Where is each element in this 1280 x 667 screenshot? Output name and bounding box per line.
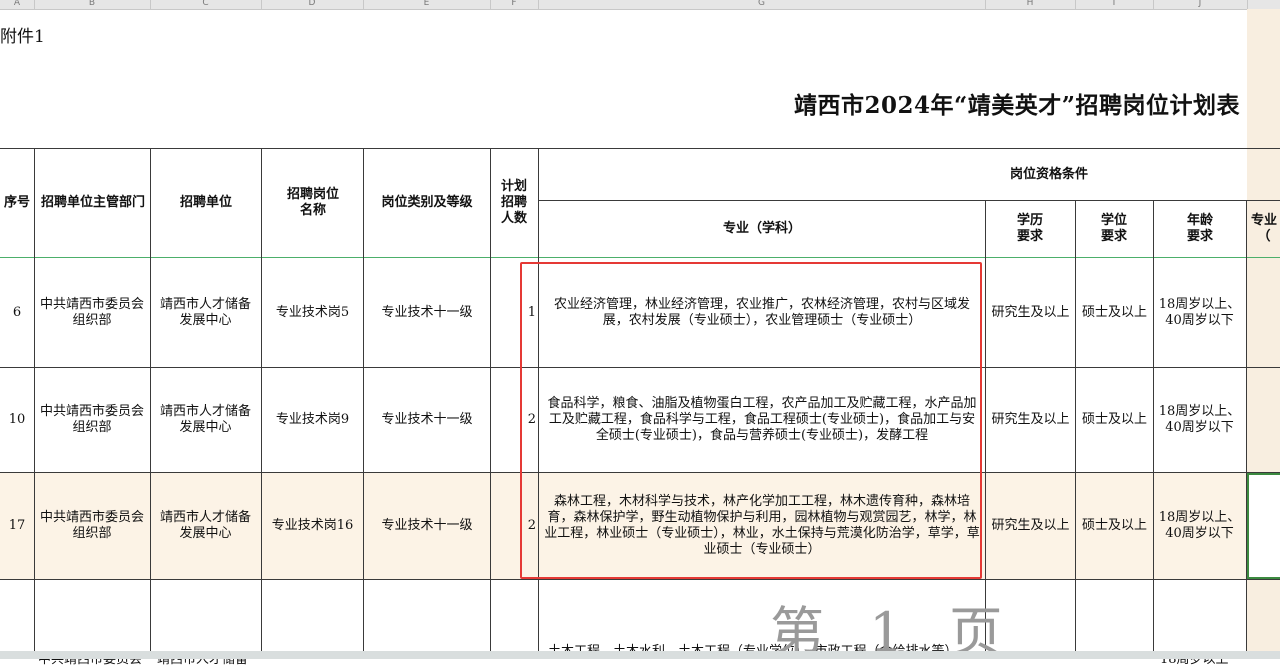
header-qualifications[interactable]: 岗位资格条件 — [539, 149, 1280, 200]
header-post[interactable]: 招聘岗位名称 — [285, 149, 341, 257]
column-header-i[interactable]: I — [1075, 0, 1154, 9]
header-extra[interactable]: 专业（ — [1250, 201, 1278, 257]
row3-degree[interactable]: 硕士及以上 — [1076, 473, 1153, 579]
row3-education[interactable]: 研究生及以上 — [986, 473, 1075, 579]
row2-seq[interactable]: 10 — [0, 368, 34, 472]
row3-dept[interactable]: 中共靖西市委员会组织部 — [36, 473, 148, 579]
horizontal-scrollbar[interactable] — [0, 651, 1280, 659]
row1-age[interactable]: 18周岁以上、40周岁以下 — [1156, 258, 1243, 367]
row2-unit[interactable]: 靖西市人才储备发展中心 — [155, 368, 256, 472]
column-header-bar: A B C D E F G H I J — [0, 0, 1280, 10]
row1-education[interactable]: 研究生及以上 — [986, 258, 1075, 367]
header-unit[interactable]: 招聘单位 — [151, 149, 261, 257]
row1-dept[interactable]: 中共靖西市委员会组织部 — [36, 258, 148, 367]
header-major[interactable]: 专业（学科） — [539, 201, 985, 257]
header-category[interactable]: 岗位类别及等级 — [364, 149, 490, 257]
row3-category[interactable]: 专业技术十一级 — [364, 473, 490, 579]
row1-category[interactable]: 专业技术十一级 — [364, 258, 490, 367]
row1-degree[interactable]: 硕士及以上 — [1076, 258, 1153, 367]
column-header-d[interactable]: D — [261, 0, 364, 9]
row1-post[interactable]: 专业技术岗5 — [262, 258, 363, 367]
row2-age[interactable]: 18周岁以上、40周岁以下 — [1156, 368, 1243, 472]
header-count[interactable]: 计划招聘人数 — [499, 149, 529, 257]
row1-seq[interactable]: 6 — [0, 258, 34, 367]
page-title: 靖西市2024年“靖美英才”招聘岗位计划表 — [794, 92, 1240, 119]
column-header-g[interactable]: G — [538, 0, 986, 9]
row3-seq[interactable]: 17 — [0, 473, 34, 579]
row3-age[interactable]: 18周岁以上、40周岁以下 — [1156, 473, 1243, 579]
attachment-label: 附件1 — [0, 27, 45, 47]
column-header-b[interactable]: B — [34, 0, 151, 9]
column-header-c[interactable]: C — [150, 0, 262, 9]
row2-post[interactable]: 专业技术岗9 — [262, 368, 363, 472]
row2-dept[interactable]: 中共靖西市委员会组织部 — [36, 368, 148, 472]
row2-degree[interactable]: 硕士及以上 — [1076, 368, 1153, 472]
header-degree[interactable]: 学位要求 — [1100, 201, 1128, 257]
header-age[interactable]: 年龄要求 — [1186, 201, 1214, 257]
selected-cell[interactable] — [1247, 473, 1280, 579]
row2-education[interactable]: 研究生及以上 — [986, 368, 1075, 472]
column-header-h[interactable]: H — [985, 0, 1076, 9]
row2-category[interactable]: 专业技术十一级 — [364, 368, 490, 472]
column-header-j[interactable]: J — [1153, 0, 1248, 9]
column-header-a[interactable]: A — [0, 0, 35, 9]
red-annotation-box — [520, 262, 982, 579]
column-header-e[interactable]: E — [363, 0, 491, 9]
header-education[interactable]: 学历要求 — [1016, 201, 1044, 257]
row1-unit[interactable]: 靖西市人才储备发展中心 — [155, 258, 256, 367]
header-dept[interactable]: 招聘单位主管部门 — [38, 149, 148, 257]
header-seq[interactable]: 序号 — [0, 149, 34, 257]
row3-unit[interactable]: 靖西市人才储备发展中心 — [155, 473, 256, 579]
row3-post[interactable]: 专业技术岗16 — [262, 473, 363, 579]
column-header-f[interactable]: F — [490, 0, 539, 9]
